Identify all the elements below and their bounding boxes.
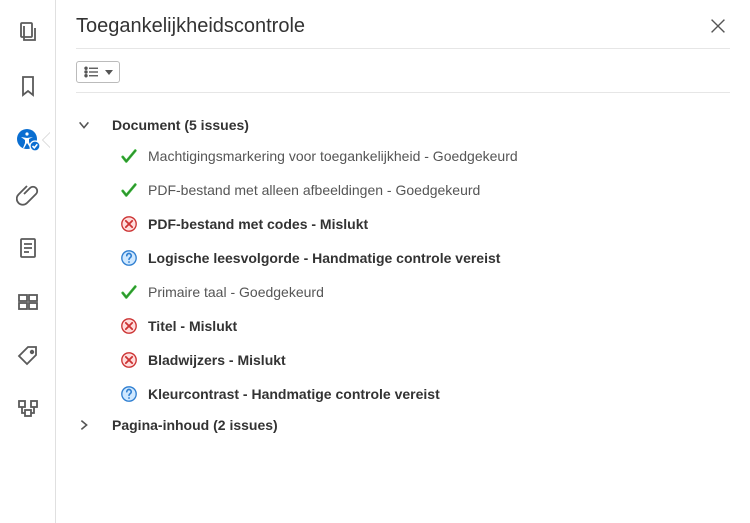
section-row[interactable]: Document (5 issues) [76, 111, 730, 139]
check-icon [120, 181, 138, 199]
close-button[interactable] [706, 14, 730, 38]
sidebar-item-order[interactable] [14, 396, 42, 424]
options-button[interactable] [76, 61, 120, 83]
accessibility-icon [16, 128, 40, 152]
list-options-icon [83, 65, 101, 79]
error-icon [120, 215, 138, 233]
status-icon-pass [120, 147, 138, 165]
rule-label: Logische leesvolgorde - Handmatige contr… [148, 250, 500, 266]
question-icon [120, 249, 138, 267]
check-icon [120, 147, 138, 165]
close-icon [707, 15, 729, 37]
rule-label: Kleurcontrast - Handmatige controle vere… [148, 386, 440, 402]
rule-row[interactable]: PDF-bestand met alleen afbeeldingen - Go… [76, 173, 730, 207]
check-icon [120, 283, 138, 301]
status-icon-fail [120, 351, 138, 369]
panel-title: Toegankelijkheidscontrole [76, 15, 305, 38]
sidebar-item-bookmarks[interactable] [14, 72, 42, 100]
order-icon [16, 398, 40, 422]
rule-row[interactable]: Primaire taal - Goedgekeurd [76, 275, 730, 309]
edit-icon [16, 290, 40, 314]
rule-label: Bladwijzers - Mislukt [148, 352, 286, 368]
chevron-right-icon [76, 417, 92, 433]
panel-header: Toegankelijkheidscontrole [76, 14, 730, 49]
status-icon-pass [120, 283, 138, 301]
rule-label: Titel - Mislukt [148, 318, 237, 334]
chevron-down-icon [76, 117, 92, 133]
error-icon [120, 351, 138, 369]
section-label: Pagina-inhoud (2 issues) [112, 417, 278, 433]
rule-label: PDF-bestand met alleen afbeeldingen - Go… [148, 182, 480, 198]
sidebar-item-accessibility[interactable] [14, 126, 42, 154]
question-icon [120, 385, 138, 403]
sidebar-item-attachments[interactable] [14, 180, 42, 208]
rule-row[interactable]: Logische leesvolgorde - Handmatige contr… [76, 241, 730, 275]
tag-icon [16, 344, 40, 368]
document-icon [16, 236, 40, 260]
sidebar-item-pages[interactable] [14, 18, 42, 46]
rule-label: Primaire taal - Goedgekeurd [148, 284, 324, 300]
status-icon-fail [120, 317, 138, 335]
section-label: Document (5 issues) [112, 117, 249, 133]
status-icon-pass [120, 181, 138, 199]
bookmark-icon [16, 74, 40, 98]
sidebar [0, 0, 56, 523]
sidebar-item-document[interactable] [14, 234, 42, 262]
rule-label: PDF-bestand met codes - Mislukt [148, 216, 368, 232]
status-icon-manual [120, 249, 138, 267]
status-icon-manual [120, 385, 138, 403]
panel-toolbar [76, 49, 730, 93]
sidebar-item-tags[interactable] [14, 342, 42, 370]
accessibility-panel: Toegankelijkheidscontrole Document (5 is… [56, 0, 750, 523]
rule-row[interactable]: Bladwijzers - Mislukt [76, 343, 730, 377]
status-icon-fail [120, 215, 138, 233]
error-icon [120, 317, 138, 335]
paperclip-icon [16, 182, 40, 206]
rule-row[interactable]: Titel - Mislukt [76, 309, 730, 343]
rule-row[interactable]: PDF-bestand met codes - Mislukt [76, 207, 730, 241]
pages-icon [16, 20, 40, 44]
results-tree: Document (5 issues) Machtigingsmarkering … [76, 93, 730, 439]
section-row[interactable]: Pagina-inhoud (2 issues) [76, 411, 730, 439]
chevron-down-icon [105, 70, 113, 75]
rule-row[interactable]: Machtigingsmarkering voor toegankelijkhe… [76, 139, 730, 173]
rule-row[interactable]: Kleurcontrast - Handmatige controle vere… [76, 377, 730, 411]
sidebar-item-edit[interactable] [14, 288, 42, 316]
rule-label: Machtigingsmarkering voor toegankelijkhe… [148, 148, 518, 164]
